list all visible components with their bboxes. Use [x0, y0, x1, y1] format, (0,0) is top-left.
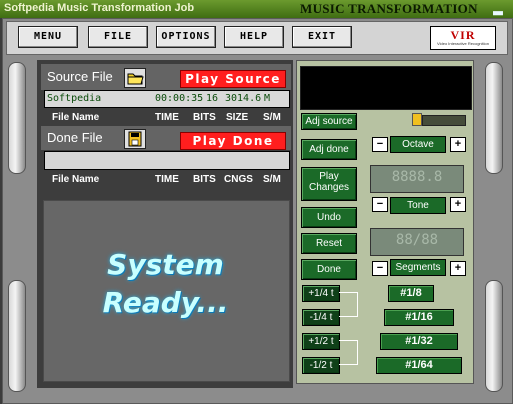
tone-label: Tone: [390, 197, 446, 214]
col-cngs-done: CNGS: [224, 174, 253, 185]
source-file-size: 3014.6: [225, 93, 262, 104]
options-button[interactable]: OPTIONS: [156, 26, 216, 48]
connector-line: [339, 364, 357, 365]
source-file-label: Source File: [47, 69, 113, 84]
done-file-row[interactable]: [44, 151, 290, 170]
step-minus-half-button[interactable]: -1/2 t: [302, 357, 340, 374]
play-changes-line2: Changes: [308, 182, 350, 193]
readout-display-2: 88/88: [370, 228, 464, 256]
file-button[interactable]: FILE: [88, 26, 148, 48]
status-text-line1: System: [107, 248, 224, 281]
menu-button[interactable]: MENU: [18, 26, 78, 48]
col-time-done: TIME: [155, 174, 179, 185]
source-file-mode: M: [264, 93, 271, 104]
open-folder-icon[interactable]: [124, 68, 146, 88]
waveform-screen: [300, 66, 472, 110]
connector-line: [339, 316, 357, 317]
slider-knob[interactable]: [412, 113, 422, 126]
connector-line: [357, 292, 358, 317]
done-file-label: Done File: [47, 130, 103, 145]
right-handle-top: [485, 62, 503, 174]
status-text-line2: Ready...: [102, 286, 229, 319]
col-sm: S/M: [263, 112, 281, 123]
col-time: TIME: [155, 112, 179, 123]
play-changes-button[interactable]: Play Changes: [301, 167, 357, 201]
play-changes-line1: Play: [319, 171, 339, 182]
resolution-1-16-button[interactable]: #1/16: [384, 309, 454, 326]
step-plus-quarter-button[interactable]: +1/4 t: [302, 285, 340, 302]
connector-line: [339, 292, 357, 293]
segments-minus-button[interactable]: −: [372, 261, 388, 276]
logo-subtext: Video Interactive Recognition: [437, 41, 489, 46]
readout-display-1: 8888.8: [370, 165, 464, 193]
window-title: Softpedia Music Transformation Job: [4, 2, 195, 14]
adj-source-button[interactable]: Adj source: [301, 113, 357, 130]
octave-plus-button[interactable]: +: [450, 137, 466, 152]
vir-logo: VIR Video Interactive Recognition: [430, 26, 496, 50]
adjust-slider[interactable]: [422, 115, 466, 126]
play-done-button[interactable]: Play Done: [180, 132, 286, 150]
col-size: SIZE: [226, 112, 249, 123]
resolution-1-64-button[interactable]: #1/64: [376, 357, 462, 374]
help-button[interactable]: HELP: [224, 26, 284, 48]
save-disk-icon[interactable]: [124, 129, 146, 149]
col-bits-done: BITS: [193, 174, 216, 185]
left-handle-bottom: [8, 280, 26, 392]
segments-label: Segments: [390, 259, 446, 276]
col-file-name-done: File Name: [52, 174, 100, 185]
title-bar: Softpedia Music Transformation Job MUSIC…: [0, 0, 513, 18]
left-handle-top: [8, 62, 26, 174]
resolution-1-8-button[interactable]: #1/8: [388, 285, 434, 302]
adj-done-button[interactable]: Adj done: [301, 139, 357, 160]
connector-line: [357, 340, 358, 365]
reset-button[interactable]: Reset: [301, 233, 357, 254]
app-name: MUSIC TRANSFORMATION: [300, 1, 478, 16]
octave-label: Octave: [390, 136, 446, 153]
done-button[interactable]: Done: [301, 259, 357, 280]
col-sm-done: S/M: [263, 174, 281, 185]
octave-minus-button[interactable]: −: [372, 137, 388, 152]
right-handle-bottom: [485, 280, 503, 392]
col-bits: BITS: [193, 112, 216, 123]
source-file-time: 00:00:35: [155, 93, 204, 104]
resolution-1-32-button[interactable]: #1/32: [380, 333, 458, 350]
source-file-name: Softpedia: [47, 93, 102, 104]
source-file-bits: 16: [206, 93, 219, 104]
play-source-button[interactable]: Play Source: [180, 70, 286, 88]
readout-digits-2: 88/88: [395, 232, 439, 248]
undo-button[interactable]: Undo: [301, 207, 357, 228]
col-file-name: File Name: [52, 112, 100, 123]
segments-plus-button[interactable]: +: [450, 261, 466, 276]
step-plus-half-button[interactable]: +1/2 t: [302, 333, 340, 350]
connector-line: [339, 340, 357, 341]
tone-minus-button[interactable]: −: [372, 197, 388, 212]
exit-button[interactable]: EXIT: [292, 26, 352, 48]
readout-digits-1: 8888.8: [391, 169, 443, 185]
step-minus-quarter-button[interactable]: -1/4 t: [302, 309, 340, 326]
minimize-button[interactable]: ▂: [492, 2, 504, 15]
tone-plus-button[interactable]: +: [450, 197, 466, 212]
